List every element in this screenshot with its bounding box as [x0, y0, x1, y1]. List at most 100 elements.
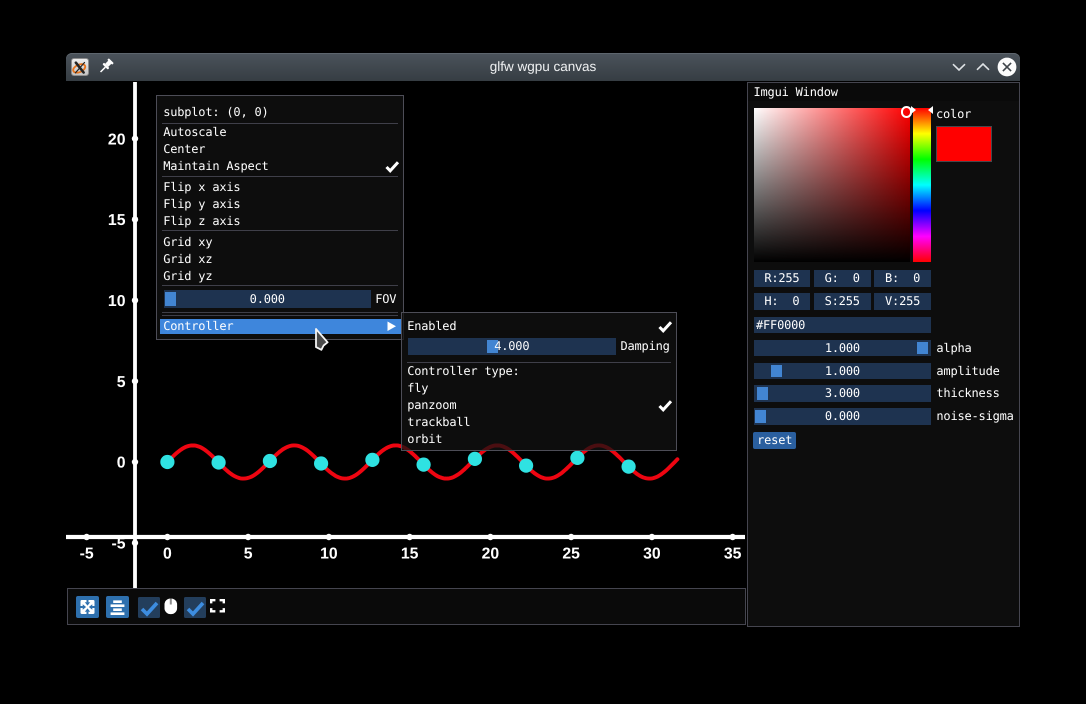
close-button[interactable]	[995, 53, 1019, 81]
checkmark-icon	[185, 599, 205, 617]
checkmark-icon	[139, 599, 159, 617]
hue-bar[interactable]	[913, 108, 931, 262]
x-tick-dot	[487, 534, 493, 540]
app-window: glfw wgpu canvas 20151050-5-505101520253…	[66, 53, 1020, 627]
menu-item-maintain-aspect[interactable]: Maintain Aspect	[163, 158, 268, 175]
scatter-point	[263, 454, 277, 468]
imgui-panel-title: Imgui Window	[754, 84, 838, 101]
color-swatch[interactable]	[937, 127, 991, 161]
x-tick-dot	[406, 534, 412, 540]
reset-button[interactable]: reset	[753, 432, 796, 449]
alpha-slider-label: alpha	[936, 340, 971, 357]
scatter-point	[570, 451, 584, 465]
rgb-field-r[interactable]: R:255	[754, 270, 811, 287]
submenu-item-enabled[interactable]: Enabled	[407, 318, 456, 335]
mouse-icon	[164, 598, 178, 615]
menu-item-grid-xz[interactable]: Grid xz	[163, 251, 212, 268]
x-tick-dot	[326, 534, 332, 540]
toolbar-button-center[interactable]	[106, 596, 129, 618]
menu-item-autoscale[interactable]: Autoscale	[163, 124, 226, 141]
noise-sigma-slider-value: 0.000	[754, 408, 932, 425]
y-axis-line	[133, 82, 137, 588]
x-tick-label: 30	[643, 545, 661, 562]
menu-separator	[162, 176, 398, 177]
x-tick-dot	[729, 534, 735, 540]
pin-icon[interactable]	[97, 58, 115, 76]
menu-item-grid-xy[interactable]: Grid xy	[163, 234, 212, 251]
noise-sigma-slider-label: noise-sigma	[936, 408, 1013, 425]
menu-item-controller[interactable]: Controller	[163, 318, 233, 335]
hex-field[interactable]: #FF0000	[754, 317, 932, 334]
scatter-point	[212, 455, 226, 469]
thickness-slider-value: 3.000	[754, 385, 932, 402]
x-tick-label: 0	[163, 545, 172, 562]
hsv-field-h[interactable]: H: 0	[754, 293, 811, 310]
desktop: glfw wgpu canvas 20151050-5-505101520253…	[0, 0, 1086, 704]
scatter-point	[519, 459, 533, 473]
y-tick-label: 5	[117, 374, 126, 391]
wgpu-canvas[interactable]: 20151050-5-505101520253035 colorR:255G: …	[66, 81, 1020, 627]
menu-item-flip-z-axis[interactable]: Flip z axis	[163, 213, 240, 230]
close-icon	[995, 53, 1019, 81]
window-titlebar[interactable]: glfw wgpu canvas	[66, 53, 1020, 81]
x-tick-dot	[83, 534, 89, 540]
menu-separator	[162, 315, 398, 316]
toolbar-button-autoscale[interactable]	[76, 596, 99, 618]
pushpin	[97, 58, 115, 76]
checkmark-icon	[385, 160, 400, 174]
sv-gradient-square[interactable]	[754, 108, 910, 262]
imgui-panel-titlebar[interactable]: Imgui Window	[747, 82, 1021, 101]
align-center-icon	[106, 596, 129, 618]
menu-item-flip-y-axis[interactable]: Flip y axis	[163, 196, 240, 213]
rgb-field-b[interactable]: B: 0	[874, 270, 931, 287]
amplitude-slider-label: amplitude	[936, 363, 999, 380]
hsv-field-s[interactable]: S:255	[814, 293, 871, 310]
submenu-item-orbit[interactable]: orbit	[407, 431, 442, 448]
alpha-slider-value: 1.000	[754, 340, 932, 357]
submenu-header-controller-type: Controller type:	[407, 363, 519, 380]
menu-item-grid-yz[interactable]: Grid yz	[163, 268, 212, 285]
y-tick-dot	[132, 540, 138, 546]
maximize-button[interactable]	[971, 53, 995, 81]
checkmark-icon	[658, 320, 673, 334]
checkmark-icon	[658, 399, 673, 413]
scatter-point	[314, 456, 328, 470]
menu-header-subplot: subplot: (0, 0)	[163, 104, 268, 121]
hsv-field-v[interactable]: V:255	[874, 293, 931, 310]
mouse-cursor	[315, 328, 333, 354]
x11-logo-icon	[71, 58, 89, 76]
x-tick-dot	[164, 534, 170, 540]
x-tick-label: -5	[80, 545, 94, 562]
menu-item-center[interactable]: Center	[163, 141, 205, 158]
color-label: color	[936, 106, 971, 123]
x-tick-dot	[245, 534, 251, 540]
submenu-item-trackball[interactable]: trackball	[407, 414, 470, 431]
x-tick-label: 15	[401, 545, 419, 562]
scatter-point	[160, 455, 174, 469]
subplot-context-menu: subplot: (0, 0) AutoscaleCenterMaintain A…	[156, 95, 404, 340]
submenu-arrow-icon	[387, 321, 397, 332]
submenu-item-panzoom[interactable]: panzoom	[407, 397, 456, 414]
x-tick-label: 20	[482, 545, 500, 562]
fullscreen-icon[interactable]	[210, 599, 226, 614]
scatter-point	[365, 453, 379, 467]
damping-slider-label: Damping	[620, 338, 669, 355]
toolbar-checkbox-controller[interactable]	[138, 597, 160, 618]
menu-separator	[162, 312, 398, 313]
fov-slider-label: FOV	[375, 291, 396, 308]
hue-marker-left	[911, 106, 916, 114]
toolbar-checkbox-maintain-aspect[interactable]	[184, 597, 206, 618]
menu-item-flip-x-axis[interactable]: Flip x axis	[163, 179, 240, 196]
submenu-item-fly[interactable]: fly	[407, 380, 428, 397]
rgb-field-g[interactable]: G: 0	[814, 270, 871, 287]
scatter-point	[468, 452, 482, 466]
y-tick-label: 20	[108, 131, 126, 148]
y-tick-label: -5	[111, 536, 125, 553]
amplitude-slider-value: 1.000	[754, 363, 932, 380]
y-tick-dot	[132, 135, 138, 141]
hue-marker-right	[928, 106, 933, 114]
x-tick-label: 10	[320, 545, 338, 562]
scatter-point	[622, 460, 636, 474]
y-tick-dot	[132, 459, 138, 465]
minimize-button[interactable]	[947, 53, 971, 81]
